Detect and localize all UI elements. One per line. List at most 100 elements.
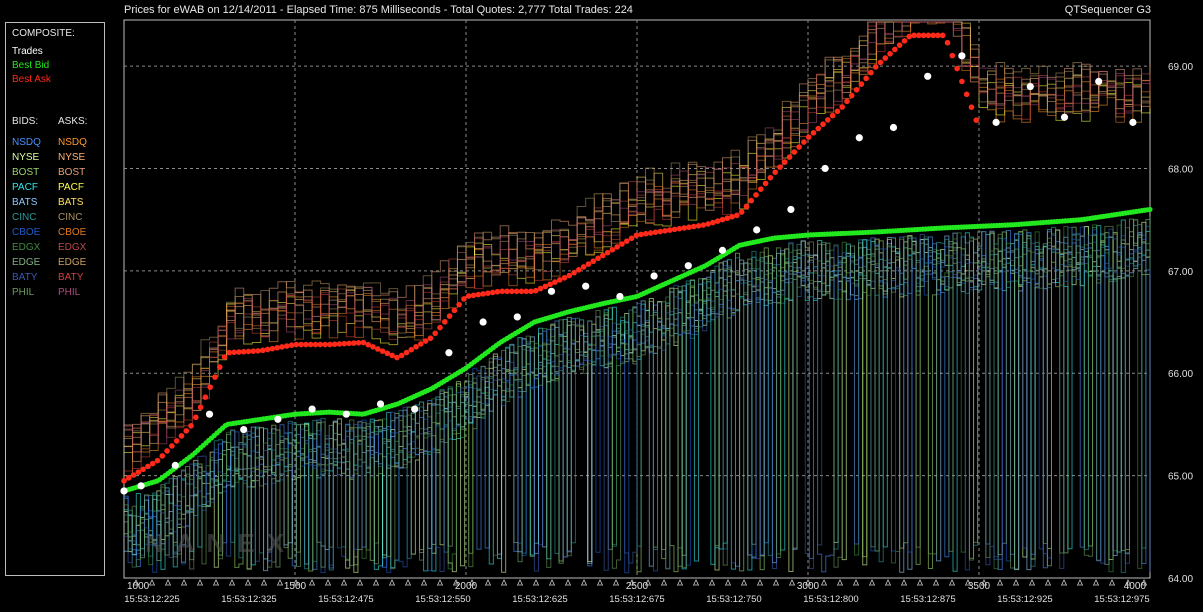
trade-point [821,164,829,173]
best-ask-point [959,78,965,85]
x-tick-label: 1500 [284,581,307,592]
best-ask-point [164,448,170,454]
best-ask-point [595,255,601,262]
time-marker-icon [852,579,860,586]
best-ask-point [274,344,281,351]
best-ask-point [604,249,611,256]
trade-point [137,482,145,490]
best-ask-point [183,428,190,434]
best-ask-point [322,341,328,348]
best-ask-point [418,341,424,347]
best-ask-point [633,232,640,239]
best-ask-point [681,225,687,231]
best-ask-point [336,341,343,347]
trade-point [479,318,487,326]
best-ask-point [351,340,357,346]
best-ask-point [657,228,664,235]
x-tick-label: 1000 [127,581,150,592]
time-marker-icon [1012,579,1020,586]
best-ask-point [920,32,927,39]
best-ask-point [389,352,395,359]
time-marker-icon [884,579,892,586]
best-ask-point [585,261,592,267]
trade-point [342,410,350,418]
best-ask-point [518,288,525,295]
best-ask-point [777,164,783,170]
best-ask-point [939,32,946,39]
best-ask-point [279,344,285,350]
best-ask-point [628,235,635,242]
time-marker-icon [580,579,588,586]
best-ask-point [758,186,764,192]
time-marker-icon [1092,579,1100,586]
best-ask-point [298,341,304,348]
time-marker-icon [340,579,348,586]
best-ask-point [523,288,529,295]
y-tick-label: 68.00 [1168,164,1193,175]
best-ask-point [264,346,271,353]
best-ask-point [743,203,750,210]
best-ask-point [432,330,439,337]
best-ask-point [576,267,582,273]
best-ask-point [930,32,936,39]
time-tick-label: 15:53:12:625 [512,594,567,605]
best-ask-point [580,264,587,270]
best-ask-point [848,92,855,99]
trade-point [684,262,692,270]
best-ask-point [307,341,314,348]
x-tick-label: 2000 [455,581,478,592]
best-ask-point [614,244,620,250]
best-ask-point [676,225,683,232]
trade-point [718,246,727,254]
best-ask-point [528,288,534,295]
best-ask-point [796,144,802,150]
best-ask-point [705,221,711,227]
best-ask-point [197,404,204,411]
x-tick-label: 3500 [968,581,991,592]
x-tick-label: 3000 [797,581,820,592]
best-ask-point [829,112,836,119]
time-marker-icon [500,579,508,586]
best-ask-point [815,125,822,132]
best-ask-point [700,222,707,228]
best-ask-point [652,229,659,236]
time-marker-icon [228,579,236,586]
best-ask-point [877,59,884,66]
x-tick-label: 2500 [626,581,649,592]
best-ask-point [221,354,228,360]
trade-point [120,487,128,495]
best-ask-point [791,149,798,155]
trade-point [411,405,419,413]
time-marker-icon [596,579,604,586]
time-marker-icon [148,579,156,586]
best-ask-point [461,296,467,302]
time-marker-icon [244,579,252,586]
best-ask-point [456,301,462,308]
best-ask-point [647,230,654,236]
trade-point [1060,113,1069,121]
best-ask-point [283,343,290,349]
trade-point [171,461,179,469]
time-marker-icon [1044,579,1052,586]
time-marker-icon [612,579,620,586]
best-ask-point [968,104,975,111]
y-tick-label: 65.00 [1168,472,1193,483]
best-ask-point [260,347,266,354]
time-tick-label: 15:53:12:875 [900,594,955,605]
y-tick-label: 66.00 [1168,369,1193,380]
best-ask-point [892,46,898,53]
best-ask-point [470,292,477,299]
best-ask-point [379,348,386,354]
best-ask-point [327,341,333,348]
time-marker-icon [836,579,844,586]
best-ask-point [485,290,491,296]
best-ask-point [226,349,233,356]
best-ask-point [341,340,348,347]
time-marker-icon [756,579,764,586]
best-ask-point [925,32,932,39]
time-marker-icon [676,579,684,586]
time-tick-label: 15:53:12:975 [1094,594,1149,605]
best-ask-point [695,222,702,229]
best-ask-point [331,341,338,348]
y-tick-label: 69.00 [1168,62,1193,73]
